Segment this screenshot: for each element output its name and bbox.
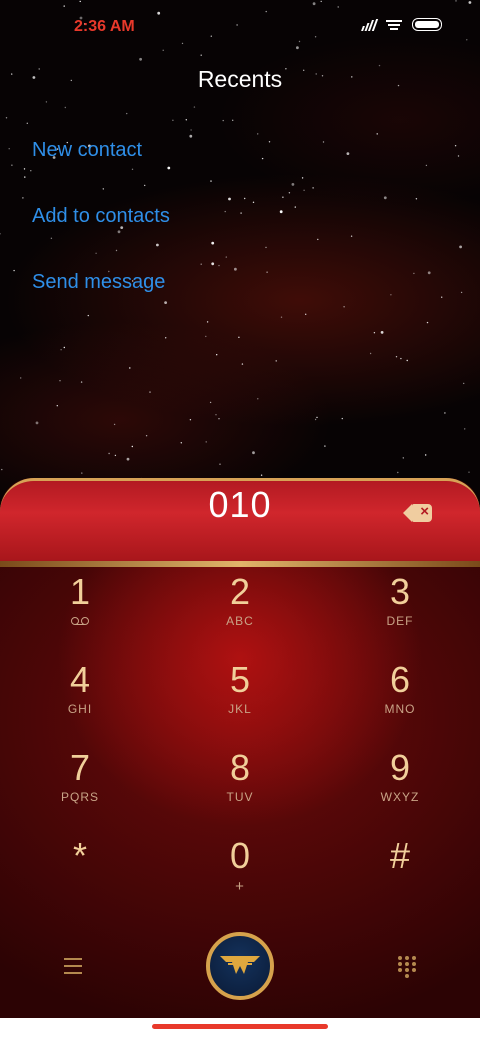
key-digit: 3 xyxy=(389,571,411,612)
key-letters: GHI xyxy=(67,702,93,716)
backspace-icon[interactable]: × xyxy=(403,503,432,524)
key-digit: 2 xyxy=(229,571,251,612)
menu-icon[interactable] xyxy=(64,958,82,974)
key-1[interactable]: 1 xyxy=(20,572,140,652)
key-7[interactable]: 7 PQRS xyxy=(20,748,140,828)
status-time: 2:36 AM xyxy=(74,18,135,35)
key-star[interactable]: * xyxy=(20,836,140,916)
key-9[interactable]: 9 WXYZ xyxy=(340,748,460,828)
key-0[interactable]: 0 + xyxy=(180,836,300,916)
key-digit: # xyxy=(389,835,411,876)
key-letters: DEF xyxy=(386,614,414,628)
key-digit: * xyxy=(72,835,87,876)
key-letters: MNO xyxy=(384,702,416,716)
send-message-link[interactable]: Send message xyxy=(32,268,170,334)
wifi-icon xyxy=(386,19,402,31)
key-digit: 5 xyxy=(229,659,251,700)
key-letters: ABC xyxy=(226,614,254,628)
home-gesture-handle[interactable] xyxy=(152,1024,328,1029)
key-digit: 1 xyxy=(69,571,91,612)
battery-icon xyxy=(412,18,442,31)
key-digit: 8 xyxy=(229,747,251,788)
navigation-bar xyxy=(0,1018,480,1040)
voicemail-icon xyxy=(71,617,89,625)
key-letters: PQRS xyxy=(60,790,99,804)
key-letters: + xyxy=(235,878,245,895)
key-digit: 6 xyxy=(389,659,411,700)
key-digit: 9 xyxy=(389,747,411,788)
add-to-contacts-link[interactable]: Add to contacts xyxy=(32,202,170,268)
key-letters: TUV xyxy=(226,790,254,804)
key-5[interactable]: 5 JKL xyxy=(180,660,300,740)
signal-icon xyxy=(361,18,379,31)
key-digit: 0 xyxy=(229,835,251,876)
key-4[interactable]: 4 GHI xyxy=(20,660,140,740)
status-bar: 2:36 AM xyxy=(0,0,480,56)
key-letters: JKL xyxy=(228,702,252,716)
dialpad-icon[interactable] xyxy=(398,956,416,978)
recents-menu: New contact Add to contacts Send message xyxy=(32,136,170,334)
key-digit: 4 xyxy=(69,659,91,700)
key-6[interactable]: 6 MNO xyxy=(340,660,460,740)
key-digit: 7 xyxy=(69,747,91,788)
key-letters: WXYZ xyxy=(380,790,420,804)
key-hash[interactable]: # xyxy=(340,836,460,916)
call-icon xyxy=(220,956,260,974)
key-8[interactable]: 8 TUV xyxy=(180,748,300,828)
status-icons xyxy=(361,18,442,31)
key-2[interactable]: 2 ABC xyxy=(180,572,300,652)
key-3[interactable]: 3 DEF xyxy=(340,572,460,652)
call-button[interactable] xyxy=(206,932,274,1000)
dialer-bottom-bar xyxy=(0,930,480,1010)
page-title: Recents xyxy=(197,66,283,92)
new-contact-link[interactable]: New contact xyxy=(32,136,170,202)
